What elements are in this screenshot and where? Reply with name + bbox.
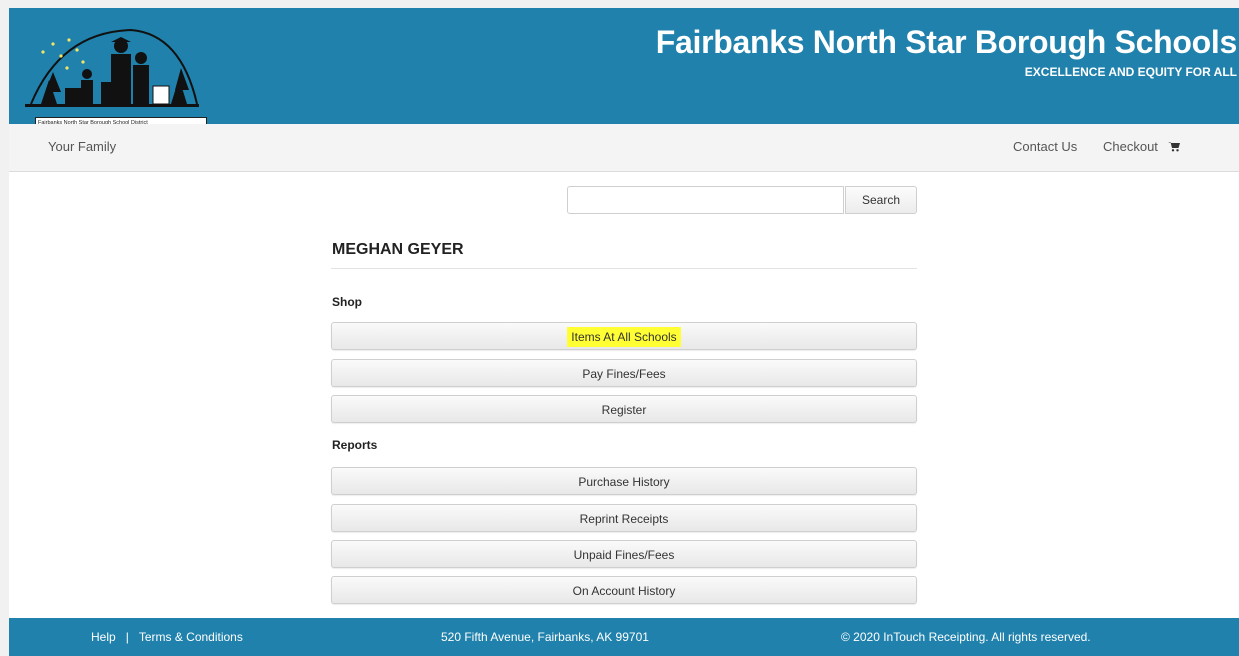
site-title: Fairbanks North Star Borough Schools (655, 24, 1238, 60)
pay-fines-fees-button[interactable]: Pay Fines/Fees (331, 359, 917, 387)
footer-links: Help | Terms & Conditions (91, 630, 243, 644)
divider (331, 268, 917, 269)
site-header: Fairbanks North Star Borough School Dist… (9, 8, 1239, 127)
nav-checkout-label: Checkout (1103, 139, 1158, 154)
items-at-all-schools-button[interactable]: Items At All Schools (331, 322, 917, 350)
register-button[interactable]: Register (331, 395, 917, 423)
footer-help-link[interactable]: Help (91, 630, 116, 644)
user-name-heading: MEGHAN GEYER (332, 241, 464, 258)
search-button[interactable]: Search (845, 186, 917, 214)
nav-your-family[interactable]: Your Family (48, 139, 116, 154)
footer-terms-link[interactable]: Terms & Conditions (139, 630, 243, 644)
footer-address: 520 Fifth Avenue, Fairbanks, AK 99701 (441, 630, 649, 644)
district-logo-graphic (25, 28, 199, 107)
nav-checkout[interactable]: Checkout (1103, 139, 1180, 154)
on-account-history-button[interactable]: On Account History (331, 576, 917, 604)
footer-separator: | (125, 630, 129, 644)
reprint-receipts-button[interactable]: Reprint Receipts (331, 504, 917, 532)
site-tagline: EXCELLENCE AND EQUITY FOR ALL (1024, 65, 1237, 79)
cart-icon (1167, 142, 1180, 152)
search-input[interactable] (567, 186, 844, 214)
nav-bar: Your Family Contact Us Checkout (9, 124, 1239, 172)
shop-section-title: Shop (332, 295, 362, 309)
unpaid-fines-fees-button[interactable]: Unpaid Fines/Fees (331, 540, 917, 568)
footer-copyright: © 2020 InTouch Receipting. All rights re… (841, 630, 1091, 644)
page-frame: Fairbanks North Star Borough School Dist… (9, 8, 1239, 656)
district-logo[interactable]: Fairbanks North Star Borough School Dist… (21, 22, 207, 127)
reports-section-title: Reports (332, 438, 378, 452)
highlighted-label: Items At All Schools (567, 327, 681, 347)
site-footer: Help | Terms & Conditions 520 Fifth Avenue… (9, 618, 1239, 656)
nav-contact-us[interactable]: Contact Us (1013, 139, 1077, 154)
purchase-history-button[interactable]: Purchase History (331, 467, 917, 495)
